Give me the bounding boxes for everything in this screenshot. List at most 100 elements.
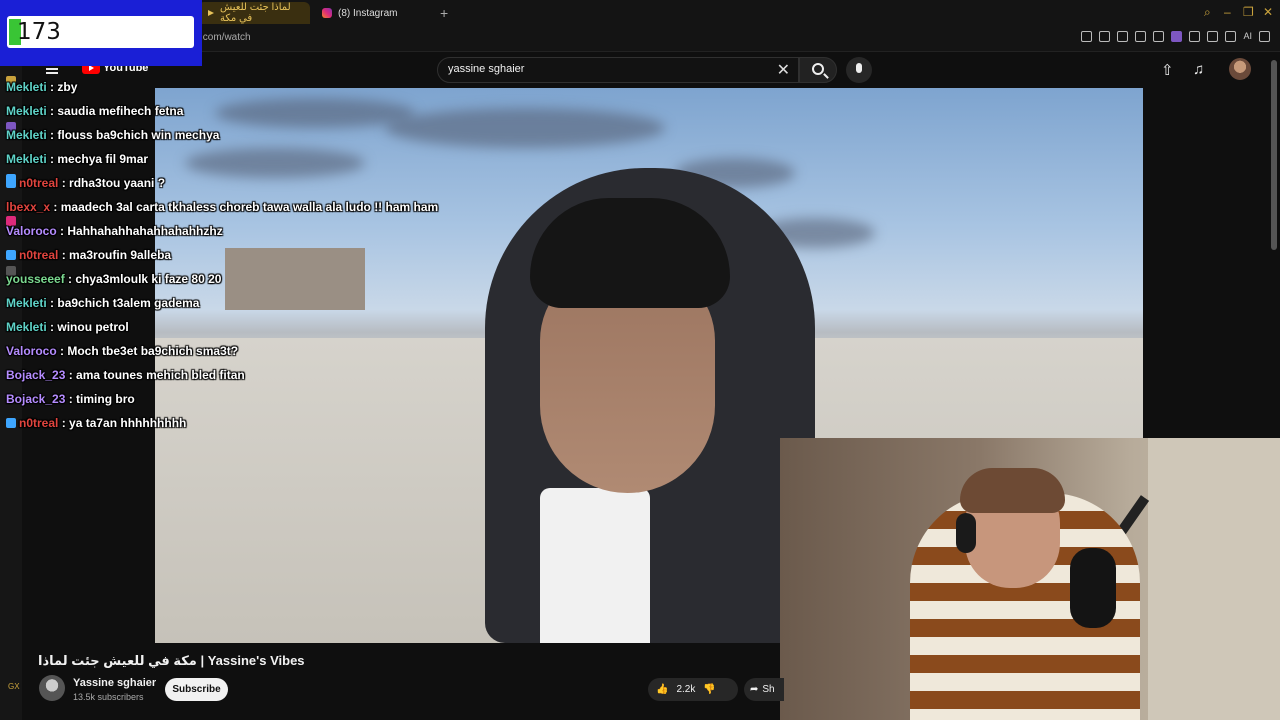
video-building (225, 248, 365, 310)
ai-button[interactable]: AI (1243, 31, 1252, 42)
chat-username: Mekleti (6, 320, 47, 334)
heart-icon[interactable] (1153, 31, 1165, 42)
wallet-icon[interactable] (1207, 31, 1219, 42)
chat-text: rdha3tou yaani ? (69, 176, 166, 190)
chat-message: n0treal : ma3roufin 9alleba (6, 248, 171, 268)
search-input[interactable] (448, 63, 748, 75)
dislike-icon[interactable]: 👎 (703, 684, 715, 695)
tab-label: (8) Instagram (338, 7, 398, 19)
search-box: ✕ (437, 57, 799, 83)
chat-text: winou petrol (57, 320, 129, 334)
chat-username: n0treal (19, 248, 59, 262)
screenshot-icon[interactable] (1099, 31, 1111, 42)
chat-username: Bojack_23 (6, 368, 66, 382)
search-tabs-icon[interactable]: ⌕ (1204, 5, 1211, 20)
speaker-icon (208, 10, 214, 16)
chat-text: flouss ba9chich win mechya (57, 128, 220, 142)
chat-text: ama tounes mehich bled fitan (76, 368, 245, 382)
chat-username: yousseeef (6, 272, 65, 286)
search-button[interactable] (799, 57, 837, 83)
chat-message: lbexx_x : maadech 3al carta tkhaless cho… (6, 200, 439, 214)
chat-text: saudia mefihech fetna (57, 104, 184, 118)
chat-text: Hahhahahhahahhahahhzhz (67, 224, 223, 238)
share-icon: ➦ (750, 684, 759, 695)
webcam-headphones (956, 513, 976, 553)
account-avatar[interactable] (1229, 58, 1251, 80)
url-text[interactable]: .com/watch (200, 32, 251, 43)
chat-text: mechya fil 9mar (57, 152, 149, 166)
channel-name[interactable]: Yassine sghaier (73, 677, 156, 689)
notifications-bell-icon[interactable]: ♫ (1193, 61, 1204, 78)
chat-message: Mekleti : flouss ba9chich win mechya (6, 128, 220, 142)
subscribe-button[interactable]: Subscribe (165, 678, 228, 701)
chat-text: Moch tbe3et ba9chich sma3t? (67, 344, 239, 358)
tab-youtube[interactable]: لماذا جئت للعيش في مكة (198, 2, 310, 24)
chat-text: chya3mloulk ki faze 80 20 (75, 272, 222, 286)
page-scrollbar[interactable] (1271, 60, 1277, 250)
prime-badge-icon (6, 178, 16, 188)
share-button[interactable]: ➦ Sh (744, 678, 784, 701)
counter-box: 173 (7, 16, 194, 48)
video-cloud (215, 98, 415, 128)
chat-username: n0treal (19, 416, 59, 430)
prime-badge-icon (6, 418, 16, 428)
chat-text: maadech 3al carta tkhaless choreb tawa w… (60, 200, 439, 214)
channel-avatar[interactable] (39, 675, 65, 701)
search-icon (812, 63, 824, 75)
chat-text: zby (57, 80, 78, 94)
bookmark-icon[interactable] (1081, 31, 1093, 42)
chat-message: Mekleti : saudia mefihech fetna (6, 104, 184, 118)
chat-username: Valoroco (6, 344, 57, 358)
webcam-overlay (780, 438, 1280, 720)
download-icon[interactable] (1225, 31, 1237, 42)
chat-text: ba9chich t3alem gadema (57, 296, 200, 310)
webcam-microphone (1070, 548, 1116, 628)
chat-text: ma3roufin 9alleba (69, 248, 172, 262)
chat-username: lbexx_x (6, 200, 51, 214)
tab-instagram[interactable]: (8) Instagram (312, 2, 432, 24)
chat-username: Mekleti (6, 128, 47, 142)
chat-message: Bojack_23 : ama tounes mehich bled fitan (6, 368, 245, 382)
like-dislike-group: 👍 2.2k 👎 (648, 678, 738, 701)
tab-label: لماذا جئت للعيش في مكة (220, 2, 291, 24)
video-cloud (385, 108, 665, 148)
menu-icon[interactable] (1259, 31, 1270, 42)
minimize-icon[interactable]: – (1224, 5, 1231, 19)
chat-message: Bojack_23 : timing bro (6, 392, 135, 406)
webcam-person-hair (960, 468, 1065, 513)
chat-message: Valoroco : Hahhahahhahahhahahhzhz (6, 224, 223, 238)
subscriber-count: 13.5k subscribers (73, 692, 144, 702)
close-window-icon[interactable]: ✕ (1263, 5, 1273, 19)
video-title: مكة في للعيش جئت لماذا | Yassine's Vibes (38, 653, 305, 668)
chat-message: Mekleti : zby (6, 80, 78, 94)
chat-message: n0treal : rdha3tou yaani ? (6, 176, 165, 196)
chat-message: Mekleti : winou petrol (6, 320, 129, 334)
chat-username: Mekleti (6, 104, 47, 118)
chat-username: Valoroco (6, 224, 57, 238)
twitch-extension-icon[interactable] (1171, 31, 1183, 42)
new-tab-button[interactable]: + (440, 5, 448, 21)
puzzle-icon[interactable] (1189, 31, 1201, 42)
chat-message: Mekleti : ba9chich t3alem gadema (6, 296, 200, 310)
counter-value: 173 (17, 19, 61, 45)
play-icon[interactable] (1135, 31, 1147, 42)
maximize-icon[interactable]: ❐ (1243, 5, 1254, 19)
video-person-hair (530, 198, 730, 308)
extension-toolbar: AI (1081, 31, 1270, 42)
video-cloud (185, 148, 365, 178)
chat-text: timing bro (76, 392, 135, 406)
webcam-door (1148, 438, 1280, 720)
chat-message: Valoroco : Moch tbe3et ba9chich sma3t? (6, 344, 239, 358)
instagram-icon (322, 8, 332, 18)
upload-icon[interactable]: ⇧ (1161, 61, 1174, 79)
chat-username: Mekleti (6, 296, 47, 310)
gx-label[interactable]: GX (8, 682, 20, 691)
shield-icon[interactable] (1117, 31, 1129, 42)
chat-message: Mekleti : mechya fil 9mar (6, 152, 149, 166)
voice-search-button[interactable] (846, 57, 872, 83)
like-icon[interactable]: 👍 (656, 684, 668, 695)
chat-username: Mekleti (6, 152, 47, 166)
screen: لماذا جئت للعيش في مكة (8) Instagram + ⌕… (0, 0, 1280, 720)
like-count[interactable]: 2.2k (676, 684, 695, 695)
clear-search-icon[interactable]: ✕ (777, 60, 790, 80)
